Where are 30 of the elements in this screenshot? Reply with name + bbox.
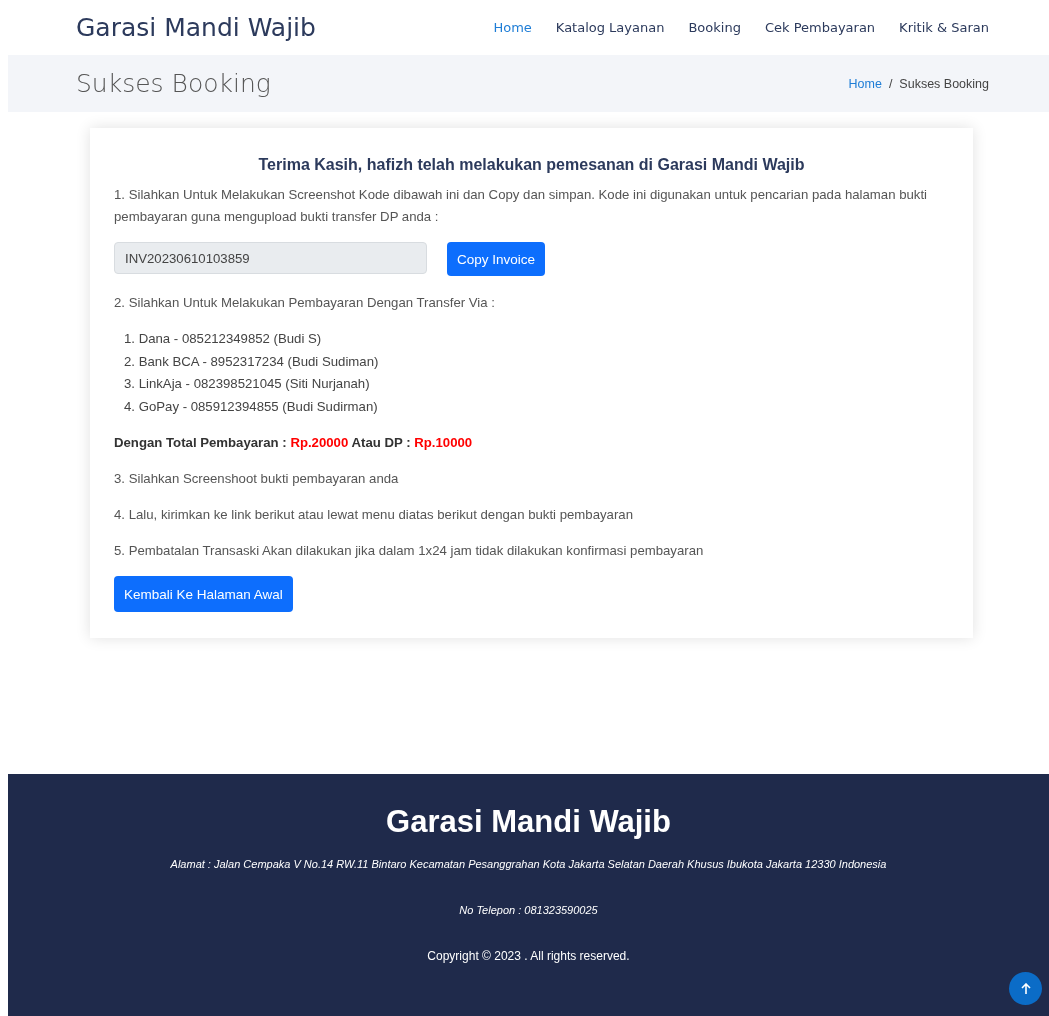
invoice-field[interactable]: INV20230610103859 <box>114 242 427 274</box>
payment-method: 1. Dana - 085212349852 (Budi S) <box>124 330 323 348</box>
payment-total: Dengan Total Pembayaran : Rp.20000 Atau DP : Rp.10000 <box>114 434 474 452</box>
instruction-text: 3. Silahkan Screenshoot bukti pembayaran anda <box>114 470 400 488</box>
copy-invoice-button[interactable]: Copy Invoice <box>447 242 546 276</box>
nav-link[interactable]: Cek Pembayaran <box>764 20 876 35</box>
back-home-button[interactable]: Kembali Ke Halaman Awal <box>114 576 293 612</box>
nav-link[interactable]: Kritik & Saran <box>899 20 989 35</box>
breadcrumb-current: Sukses Booking <box>899 76 989 91</box>
footer-copyright: Copyright © 2023 . All rights reserved. <box>426 949 631 963</box>
payment-method: 3. LinkAja - 082398521045 (Siti Nurjanah) <box>124 375 371 393</box>
scroll-top-button[interactable] <box>1009 972 1042 1005</box>
nav-link[interactable]: Home <box>493 20 532 35</box>
site-brand[interactable]: Garasi Mandi Wajib <box>76 13 316 42</box>
arrow-up-icon <box>1020 982 1031 995</box>
footer-phone: No Telepon : 081323590025 <box>458 904 599 916</box>
nav-link[interactable]: Booking <box>688 20 741 35</box>
payment-method: 4. GoPay - 085912394855 (Budi Sudirman) <box>124 397 379 416</box>
instruction-text: 5. Pembatalan Transaski Akan dilakukan jika dalam 1x24 jam tidak dilakukan konfirmasi pembayaran <box>114 542 705 560</box>
footer-brand: Garasi Mandi Wajib <box>385 804 672 840</box>
instruction-text: 4. Lalu, kirimkan ke link berikut atau lewat menu diatas berikut dengan bukti pembayaran <box>114 506 634 524</box>
card-heading: Terima Kasih, hafizh telah melakukan pemesanan di Garasi Mandi Wajib <box>257 156 806 174</box>
nav-link[interactable]: Katalog Layanan <box>555 20 665 35</box>
breadcrumb-link[interactable]: Home <box>848 76 882 91</box>
payment-method: 2. Bank BCA - 8952317234 (Budi Sudiman) <box>124 352 380 371</box>
instruction-text: 2. Silahkan Untuk Melakukan Pembayaran Dengan Transfer Via : <box>114 294 496 312</box>
footer-address: Alamat : Jalan Cempaka V No.14 RW.11 Bintaro Kecamatan Pesanggrahan Kota Jakarta Selatan Daerah Khusus Ibukota Jakarta 12330 Indonesia <box>169 858 888 870</box>
page-title: Sukses Booking <box>76 69 271 98</box>
breadcrumb-separator: / <box>888 76 893 91</box>
instruction-text: 1. Silahkan Untuk Melakukan Screenshot Kode dibawah ini dan Copy dan simpan. Kode ini digunakan untuk pencarian pada halaman bukti pembayaran guna mengupload bukti transfer DP anda : <box>114 186 929 226</box>
